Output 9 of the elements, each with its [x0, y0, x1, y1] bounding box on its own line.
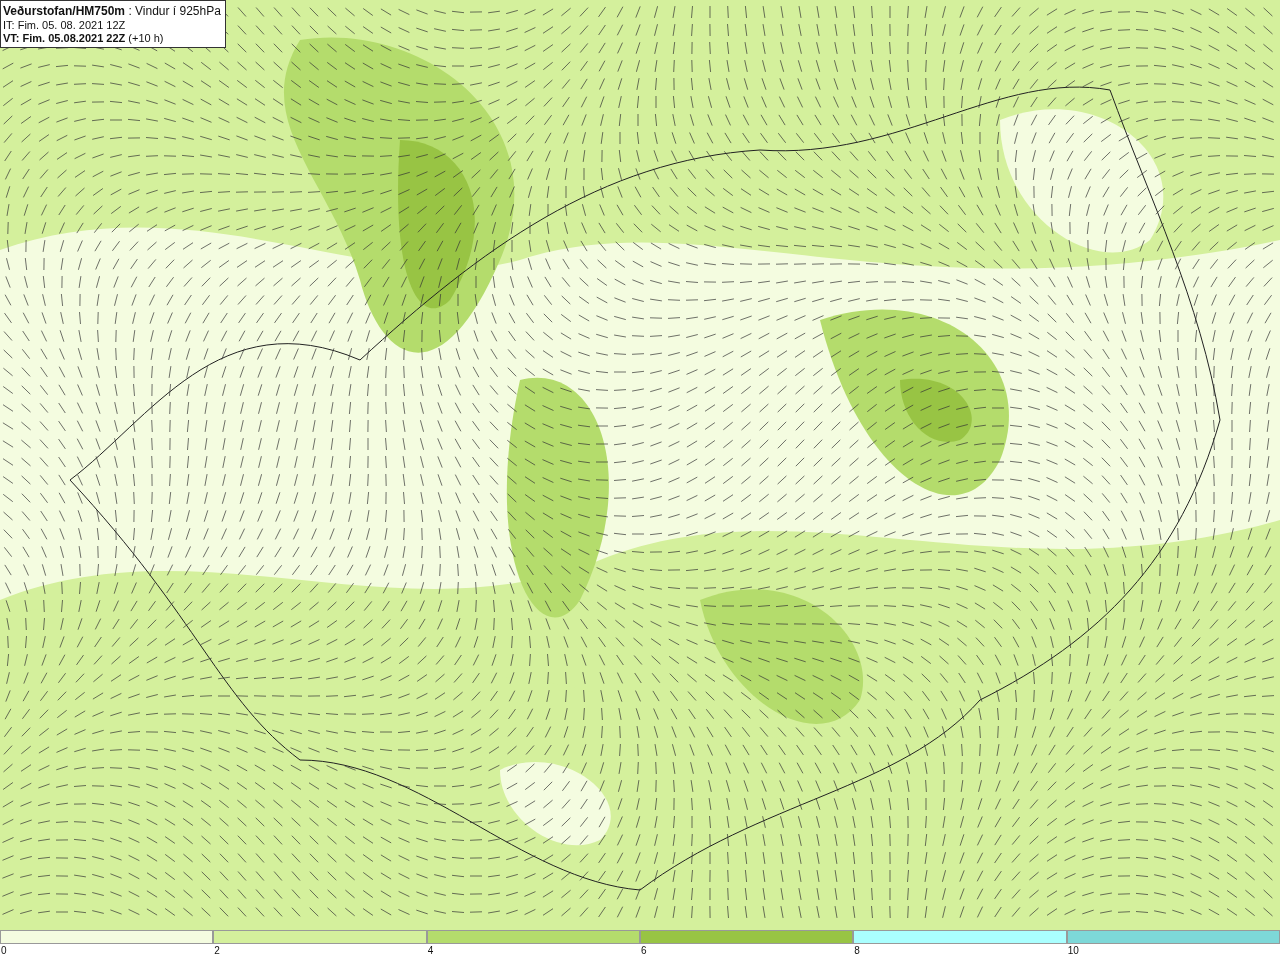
legend-label: 6: [640, 944, 647, 958]
legend-label: 2: [213, 944, 220, 958]
legend-label: 4: [426, 944, 434, 958]
map-title-line: Veðurstofan/HM750m : Vindur í 925hPa: [3, 4, 221, 19]
legend-label: 8: [853, 944, 860, 958]
legend-label: 0: [0, 944, 7, 958]
map-title-line: VT: Fim. 05.08.2021 22Z (+10 h): [3, 32, 165, 45]
map-title-line: IT: Fim. 05. 08. 2021 12Z: [3, 19, 127, 32]
legend-label: 10: [1066, 944, 1079, 958]
